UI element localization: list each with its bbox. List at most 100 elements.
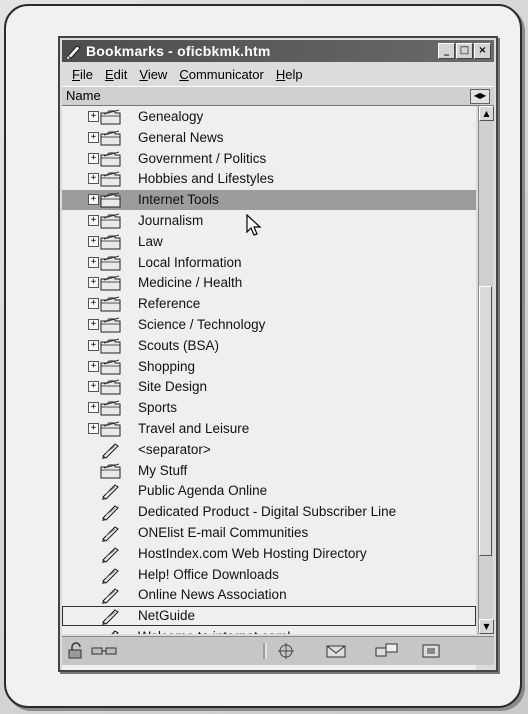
expand-icon[interactable]: + xyxy=(88,111,99,122)
minimize-button[interactable]: _ xyxy=(438,43,455,59)
bookmarks-window: Bookmarks - oficbkmk.htm _ □ × File Edit… xyxy=(58,36,498,672)
bookmark-tree: + Genealogy + General News + Government / Pol… xyxy=(62,106,476,634)
bookmark-row[interactable]: My Stuff xyxy=(62,461,476,481)
expand-icon[interactable]: + xyxy=(88,131,99,143)
folder-row[interactable]: + Reference xyxy=(62,294,476,314)
folder-row[interactable]: + Journalism xyxy=(62,211,476,231)
mouse-cursor-icon xyxy=(246,213,264,243)
folder-icon xyxy=(100,212,122,230)
folder-row[interactable]: + Science / Technology xyxy=(62,315,476,335)
expand-icon[interactable]: + xyxy=(88,402,99,414)
column-scroll-arrows-icon[interactable]: ◀▶ xyxy=(470,89,490,104)
bookmark-label: <separator> xyxy=(138,441,211,457)
folder-label: Local Information xyxy=(138,254,242,270)
bookmark-label: HostIndex.com Web Hosting Directory xyxy=(138,545,367,561)
bookmark-row[interactable]: HostIndex.com Web Hosting Directory xyxy=(62,544,476,564)
bookmark-row[interactable]: NetGuide xyxy=(62,606,476,627)
folder-icon xyxy=(100,295,122,313)
expand-icon[interactable]: + xyxy=(88,235,99,247)
menu-help[interactable]: Help xyxy=(274,67,305,82)
expand-icon[interactable]: + xyxy=(88,319,99,330)
expand-icon[interactable]: + xyxy=(88,360,99,372)
folder-row[interactable]: + Local Information xyxy=(62,253,476,273)
folder-row[interactable]: + General News xyxy=(62,128,476,148)
menu-communicator[interactable]: Communicator xyxy=(177,67,266,82)
scrollbar-thumb[interactable] xyxy=(479,286,492,556)
expand-icon[interactable]: + xyxy=(88,423,99,434)
folder-icon xyxy=(100,274,122,292)
component-bar-separator-icon xyxy=(262,642,268,660)
discussion-icon[interactable] xyxy=(374,642,400,660)
bookmark-row[interactable]: Online News Association xyxy=(62,585,476,605)
expand-icon[interactable]: + xyxy=(88,256,99,268)
bookmark-icon xyxy=(100,607,122,626)
folder-row[interactable]: + Sports xyxy=(62,398,476,418)
connection-icon[interactable] xyxy=(90,642,118,660)
scroll-up-icon[interactable]: ▲ xyxy=(479,106,494,121)
folder-row[interactable]: + Medicine / Health xyxy=(62,273,476,293)
expand-icon[interactable]: + xyxy=(88,298,99,310)
bookmark-label: ONElist E-mail Communities xyxy=(138,525,309,540)
bookmark-row[interactable]: Help! Office Downloads xyxy=(62,565,476,585)
folder-row[interactable]: + Hobbies and Lifestyles xyxy=(62,169,476,189)
folder-row[interactable]: + Scouts (BSA) xyxy=(62,336,476,356)
folder-icon xyxy=(100,420,122,438)
folder-label: Sports xyxy=(138,400,178,416)
expand-icon[interactable]: + xyxy=(88,339,99,351)
bookmark-icon xyxy=(100,566,122,584)
folder-row[interactable]: + Travel and Leisure xyxy=(62,419,476,439)
folder-label: Scouts (BSA) xyxy=(138,337,220,353)
folder-row[interactable]: + Law xyxy=(62,232,476,252)
folder-label: Journalism xyxy=(138,213,204,228)
menu-bar: File Edit View Communicator Help xyxy=(62,64,494,84)
navigator-icon[interactable] xyxy=(274,642,298,660)
menu-edit[interactable]: Edit xyxy=(103,67,129,82)
expand-icon[interactable]: + xyxy=(88,152,99,164)
composer-icon[interactable] xyxy=(420,642,444,660)
expand-icon[interactable]: + xyxy=(88,277,99,289)
bookmark-row[interactable]: Welcome to internet.com! xyxy=(62,627,476,634)
scroll-down-icon[interactable]: ▼ xyxy=(479,619,494,634)
folder-label: Government / Politics xyxy=(138,150,267,166)
folder-label: Shopping xyxy=(138,358,196,374)
folder-label: Hobbies and Lifestyles xyxy=(138,171,274,187)
close-button[interactable]: × xyxy=(474,43,491,59)
folder-icon xyxy=(100,358,122,376)
separator-row[interactable]: <separator> xyxy=(62,440,476,460)
folder-row[interactable]: + Site Design xyxy=(62,377,476,397)
folder-icon xyxy=(100,399,122,417)
window-title: Bookmarks - oficbkmk.htm xyxy=(86,43,271,59)
bookmark-label: Help! Office Downloads xyxy=(138,566,279,582)
mailbox-icon[interactable] xyxy=(324,642,350,660)
bookmark-row[interactable]: Dedicated Product - Digital Subscriber L… xyxy=(62,502,476,522)
expand-icon[interactable]: + xyxy=(88,194,99,206)
folder-icon xyxy=(100,316,122,334)
folder-icon xyxy=(100,337,122,355)
bookmark-row[interactable]: ONElist E-mail Communities xyxy=(62,523,476,543)
folder-row[interactable]: + Government / Politics xyxy=(62,149,476,169)
folder-label: Travel and Leisure xyxy=(138,421,250,436)
title-bar[interactable]: Bookmarks - oficbkmk.htm _ □ × xyxy=(62,40,494,62)
menu-view[interactable]: View xyxy=(137,67,169,82)
folder-row[interactable]: + Internet Tools xyxy=(62,190,476,211)
folder-icon xyxy=(100,150,122,168)
folder-label: Internet Tools xyxy=(138,192,219,208)
bookmark-label: Welcome to internet.com! xyxy=(138,629,291,634)
bookmark-icon xyxy=(100,524,122,542)
lock-icon[interactable] xyxy=(66,642,88,660)
folder-label: Medicine / Health xyxy=(138,275,243,291)
folder-row[interactable]: + Shopping xyxy=(62,357,476,377)
menu-file[interactable]: File xyxy=(70,67,95,82)
maximize-button[interactable]: □ xyxy=(456,43,473,59)
expand-icon[interactable]: + xyxy=(88,173,99,185)
expand-icon[interactable]: + xyxy=(88,381,99,393)
folder-label: Genealogy xyxy=(138,109,204,124)
expand-icon[interactable]: + xyxy=(88,215,99,226)
bookmark-window-icon xyxy=(66,43,82,59)
bookmark-label: My Stuff xyxy=(138,462,188,478)
vertical-scrollbar[interactable]: ▲ ▼ xyxy=(478,106,494,634)
column-header-name[interactable]: Name ◀▶ xyxy=(62,86,494,106)
bookmark-row[interactable]: Public Agenda Online xyxy=(62,481,476,501)
folder-row[interactable]: + Genealogy xyxy=(62,107,476,127)
folder-icon xyxy=(100,378,122,396)
